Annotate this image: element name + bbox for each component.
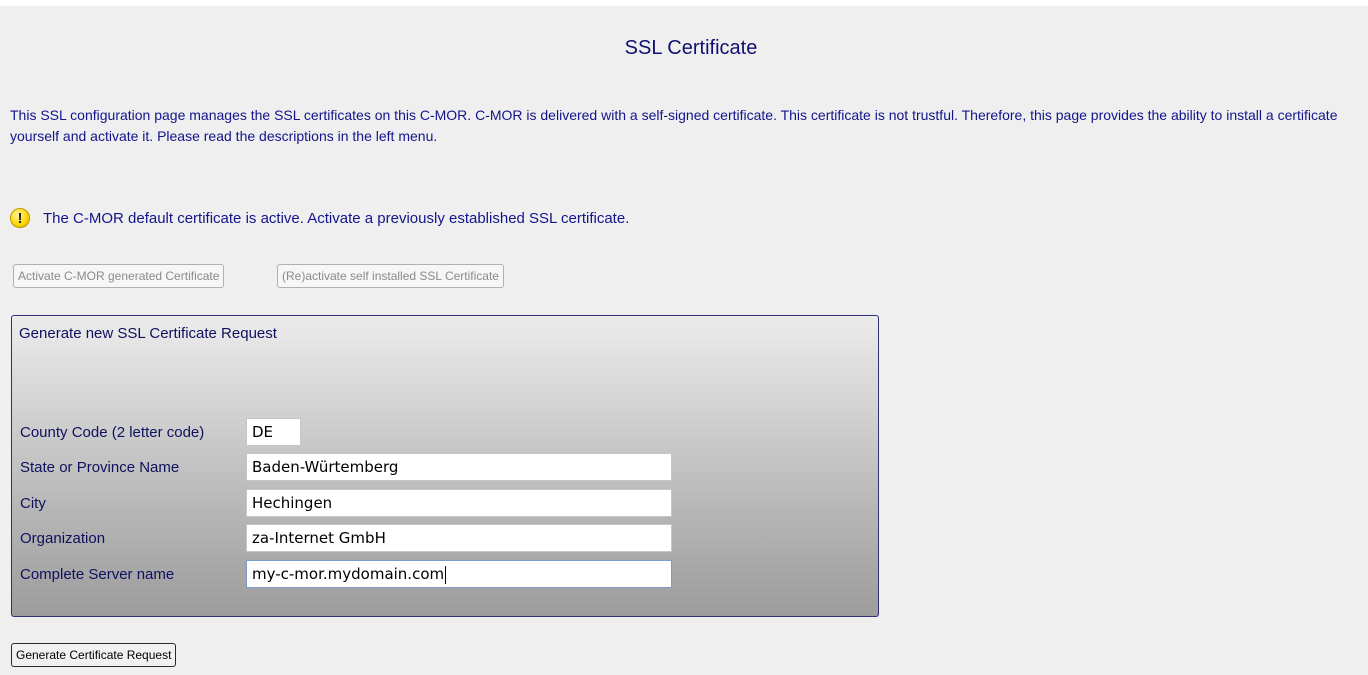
server-name-input[interactable]: my-c-mor.mydomain.com — [246, 560, 672, 588]
city-label: City — [20, 495, 46, 512]
country-code-label: County Code (2 letter code) — [20, 424, 205, 441]
city-input[interactable]: Hechingen — [246, 489, 672, 517]
organization-label: Organization — [20, 530, 106, 547]
server-name-label: Complete Server name — [20, 566, 175, 583]
state-label: State or Province Name — [20, 459, 180, 476]
organization-input[interactable]: za-Internet GmbH — [246, 524, 672, 552]
country-code-input[interactable]: DE — [246, 418, 301, 446]
server-name-value: my-c-mor.mydomain.com — [252, 565, 445, 583]
status-notice-text: The C-MOR default certificate is active.… — [43, 209, 630, 227]
status-notice: ! The C-MOR default certificate is activ… — [10, 205, 629, 231]
text-caret — [445, 565, 447, 584]
activate-generated-certificate-button[interactable]: Activate C-MOR generated Certificate — [13, 264, 225, 288]
certificate-request-panel: Generate new SSL Certificate Request Cou… — [11, 315, 879, 617]
reactivate-self-installed-certificate-button[interactable]: (Re)activate self installed SSL Certific… — [277, 264, 504, 288]
warning-icon: ! — [10, 208, 30, 228]
generate-certificate-request-button[interactable]: Generate Certificate Request — [11, 643, 177, 667]
state-input[interactable]: Baden-Würtemberg — [246, 453, 672, 481]
intro-text: This SSL configuration page manages the … — [10, 107, 1338, 144]
page-title: SSL Certificate — [624, 37, 758, 59]
certificate-request-panel-title: Generate new SSL Certificate Request — [19, 325, 277, 342]
